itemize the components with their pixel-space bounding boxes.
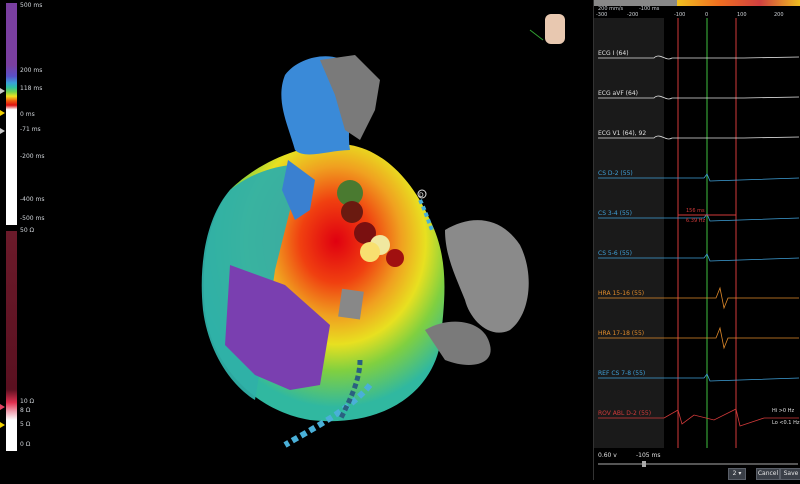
lat-upper-handle[interactable] [0,88,5,94]
imp-tick-5: 0 Ω [20,441,31,448]
time-ruler[interactable]: 200 mm/s -100 ms -300 -200 -100 0 100 20… [594,0,800,18]
trace-label[interactable]: CS D-2 (55) [598,170,633,177]
electrogram-canvas[interactable] [594,0,800,480]
grey-patch [338,288,364,320]
impedance-color-scale[interactable] [6,231,17,451]
filter-lo: Lo <0.1 Hz [772,420,800,426]
imp-tick-2: 10 Ω [20,398,35,405]
trace-label[interactable]: CS 5-6 (55) [598,250,632,257]
scroll-track[interactable] [598,463,798,465]
lat-tick-3: 118 ms [20,85,43,92]
trace-label[interactable]: ECG aVF (64) [598,90,638,97]
ablation-tag-5 [386,249,404,267]
electrogram-footer: 0.60 v -105 ms 2 ▾ Cancel Save [594,448,800,480]
lat-tick-1: 500 ms [20,2,43,9]
cancel-button[interactable]: Cancel [756,468,780,480]
imp-lower-handle[interactable] [0,422,5,428]
trace-label[interactable]: ROV ABL D-2 (55) [598,410,651,417]
page-select[interactable]: 2 ▾ [728,468,746,480]
window-offset: -100 ms [639,6,660,12]
imp-upper-handle[interactable] [0,404,5,410]
filter-hi: Hi >0 Hz [772,408,795,414]
imp-tick-4: 5 Ω [20,421,31,428]
gain-readout: 0.60 v [598,452,617,459]
tick-neg100: -100 [674,12,686,18]
lat-lower-handle[interactable] [0,128,5,134]
heart-map-render[interactable]: D [60,0,593,480]
lat-tick-2: 200 ms [20,67,43,74]
catheter-label: D [419,192,424,199]
trace-label[interactable]: HRA 15-16 (55) [598,290,644,297]
trace-label[interactable]: HRA 17-18 (55) [598,330,644,337]
trace-label[interactable]: ECG V1 (64), 92 [598,130,646,137]
lat-tick-4: 0 ms [20,111,35,118]
tick-100: 100 [737,12,747,18]
electroanatomic-map-viewer[interactable]: D [60,0,593,480]
grey-unmapped-right [445,220,529,333]
scroll-thumb[interactable] [642,461,646,467]
rate-measure: 6.39 Hz [686,218,706,224]
imp-tick-1: 50 Ω [20,227,35,234]
tick-0: 0 [705,12,709,18]
ablation-tag-2 [341,201,363,223]
lat-mid-handle[interactable] [0,110,5,116]
trace-label[interactable]: REF CS 7-8 (55) [598,370,645,377]
imp-tick-3: 8 Ω [20,407,31,414]
lat-tick-7: -400 ms [20,196,45,203]
tick-neg300: -300 [596,12,608,18]
tick-200: 200 [774,12,784,18]
offset-readout: -105 ms [636,452,661,459]
trace-label[interactable]: ECG I (64) [598,50,629,57]
scale-panel: 500 ms 200 ms 118 ms 0 ms -71 ms -200 ms… [0,0,60,480]
lat-tick-8: -500 ms [20,215,45,222]
interval-measure: 156 ms [686,208,705,214]
electrogram-panel[interactable]: 200 mm/s -100 ms -300 -200 -100 0 100 20… [593,0,800,480]
lat-tick-5: -71 ms [20,126,41,133]
save-button[interactable]: Save [780,468,800,480]
lat-tick-6: -200 ms [20,153,45,160]
orientation-icon[interactable] [529,14,565,44]
tick-neg200: -200 [627,12,639,18]
trace-label[interactable]: CS 3-4 (55) [598,210,632,217]
grey-window-shade [594,18,664,448]
ablation-tag-6 [360,242,380,262]
lat-color-scale[interactable] [6,3,17,225]
